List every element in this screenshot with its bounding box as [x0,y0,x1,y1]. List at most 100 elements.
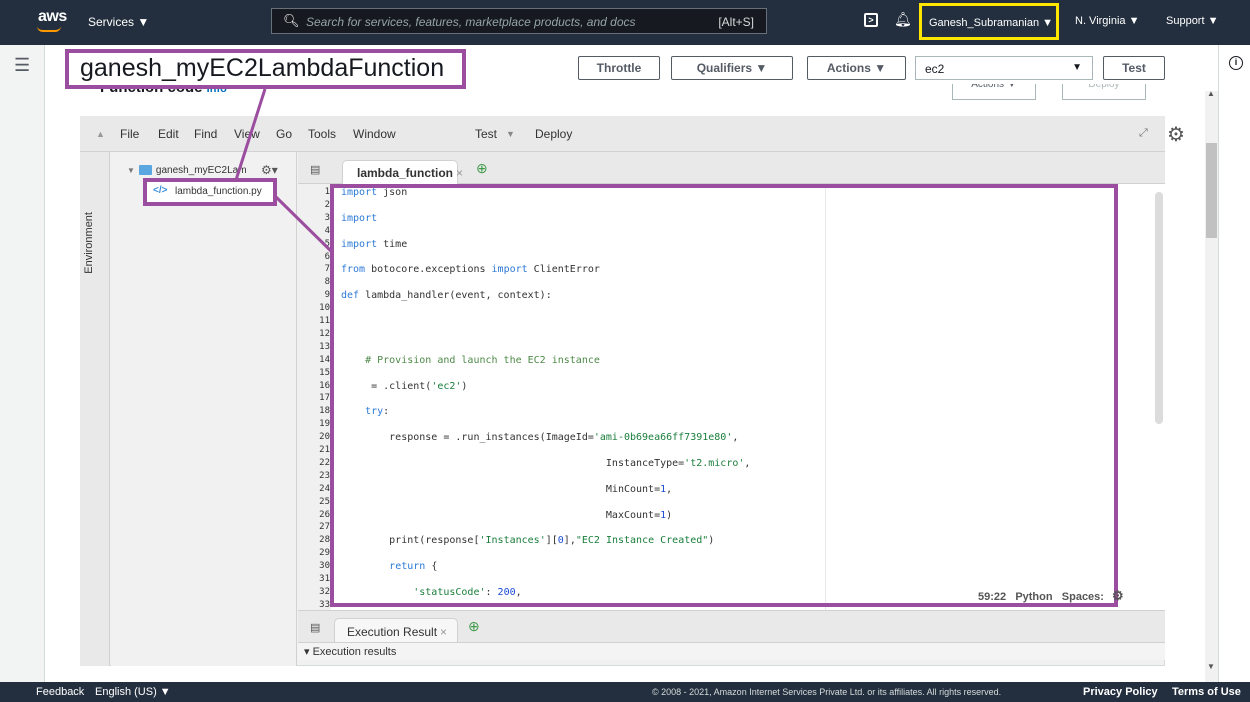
line-number: 13 [319,341,330,352]
menu-tools[interactable]: Tools [308,127,336,141]
line-number: 14 [319,354,330,365]
execution-results-label: ▾ Execution results [304,646,397,658]
terms-of-use-link[interactable]: Terms of Use [1172,686,1241,698]
ide-menu-bar: ▲ File Edit Find View Go Tools Window Te… [80,116,1185,152]
fullscreen-icon[interactable]: ⤢ [1139,127,1148,140]
menu-edit[interactable]: Edit [158,127,179,141]
right-tools-panel: i [1218,45,1250,682]
scroll-down-icon[interactable]: ▼ [1207,662,1215,671]
search-input[interactable]: 🔍︎ Search for services, features, market… [271,8,767,34]
menu-window[interactable]: Window [353,127,396,141]
function-code-deploy-button[interactable]: Deploy [1062,84,1146,100]
line-number: 9 [324,290,330,301]
line-number-gutter: 1 2 3 4 5 6 7 8 9 10 11 12 13 14 15 16 17 18 19 20 21 22 23 24 2… [298,184,331,610]
menu-deploy[interactable]: Deploy [535,127,572,141]
collapse-icon[interactable]: ▲ [96,129,105,139]
python-file-icon: </> [153,185,168,196]
line-number: 20 [319,432,330,443]
gear-icon[interactable]: ⚙ [1112,588,1124,603]
menu-icon[interactable]: ☰ [14,55,30,76]
files-icon[interactable]: ▤ [310,621,320,634]
line-number: 10 [319,303,330,314]
chevron-down-icon: ▼ [1072,62,1082,73]
line-number: 28 [319,535,330,546]
left-sidebar: ☰ [0,45,45,682]
line-number: 29 [319,548,330,559]
privacy-policy-link[interactable]: Privacy Policy [1083,686,1158,698]
qualifiers-button[interactable]: Qualifiers ▼ [671,56,793,80]
menu-find[interactable]: Find [194,127,217,141]
test-button[interactable]: Test [1103,56,1165,80]
environment-panel-tab[interactable]: Environment [80,152,110,666]
indent-setting[interactable]: Spaces: [1062,591,1107,603]
menu-go[interactable]: Go [276,127,292,141]
execution-results-panel[interactable]: ▾ Execution results [298,642,1165,660]
tab-execution-result[interactable]: Execution Result × [334,618,458,643]
environment-label: Environment [83,212,95,274]
line-number: 27 [319,522,330,533]
tree-folder[interactable]: ▼ ganesh_myEC2Lam [127,165,247,176]
support-menu[interactable]: Support ▼ [1166,15,1218,27]
language-mode[interactable]: Python [1015,591,1052,603]
throttle-button[interactable]: Throttle [578,56,660,80]
line-number: 12 [319,328,330,339]
new-tab-plus-icon[interactable]: ⊕ [476,160,488,177]
language-menu[interactable]: English (US) ▼ [95,686,171,698]
line-number: 23 [319,470,330,481]
line-number: 32 [319,586,330,597]
menu-file[interactable]: File [120,127,139,141]
region-menu[interactable]: N. Virginia ▼ [1075,15,1140,27]
page-footer: Feedback English (US) ▼ © 2008 - 2021, A… [0,682,1250,702]
lambda-console-page: aws Services ▼ 🔍︎ Search for services, f… [0,0,1250,702]
function-code-actions-button[interactable]: Actions ▼ [952,84,1036,100]
feedback-link[interactable]: Feedback [36,686,84,698]
search-shortcut: [Alt+S] [718,15,754,29]
editor-scrollbar[interactable] [1155,192,1163,424]
tab-label: lambda_function [357,166,454,180]
close-icon[interactable]: × [440,625,447,639]
line-number: 25 [319,496,330,507]
info-icon[interactable]: i [1229,56,1243,70]
bottom-tab-bar: ▤ Execution Result × ⊕ [298,610,1165,643]
aws-smile-icon [37,26,61,32]
bell-icon[interactable]: 🔔︎ [894,11,912,28]
line-number: 19 [319,419,330,430]
cloudshell-icon[interactable]: > [864,13,878,27]
search-icon: 🔍︎ [283,13,300,28]
top-navigation-bar: aws Services ▼ 🔍︎ Search for services, f… [0,0,1250,45]
user-menu-label: Ganesh_Subramanian ▼ [929,17,1054,29]
line-number: 30 [319,561,330,572]
folder-name: ganesh_myEC2Lam [155,165,247,176]
line-number: 6 [324,251,330,262]
tree-gear-icon[interactable]: ⚙▾ [261,163,278,177]
scrollbar-thumb[interactable] [1206,143,1217,238]
line-number: 15 [319,367,330,378]
line-number: 26 [319,509,330,520]
test-event-value: ec2 [925,62,945,76]
menu-test[interactable]: Test [475,127,497,141]
user-menu[interactable]: Ganesh_Subramanian ▼ [919,3,1059,40]
tab-label: Execution Result [347,625,438,639]
scroll-up-icon[interactable]: ▲ [1207,89,1215,98]
aws-logo[interactable]: aws [38,8,67,26]
gear-icon[interactable]: ⚙ [1167,122,1185,147]
chevron-down-icon[interactable]: ▼ [506,129,515,139]
line-number: 21 [319,445,330,455]
close-icon[interactable]: × [456,166,463,180]
tree-file-lambda-function[interactable]: </> lambda_function.py [143,178,277,206]
page-scrollbar[interactable]: ▲ ▼ [1205,89,1218,682]
line-number: 1 [324,187,330,197]
cursor-position: 59:22 [978,591,1007,603]
line-number: 3 [324,212,330,223]
menu-view[interactable]: View [234,127,260,141]
new-tab-plus-icon[interactable]: ⊕ [468,618,480,635]
line-number: 5 [324,238,330,249]
files-icon[interactable]: ▤ [310,163,320,176]
tab-lambda-function[interactable]: lambda_function × [342,160,463,184]
test-event-select[interactable]: ec2 ▼ [915,56,1093,80]
services-menu[interactable]: Services ▼ [88,15,149,29]
line-number: 7 [324,264,330,275]
file-tree: ▼ ganesh_myEC2Lam ⚙▾ [111,152,297,666]
actions-button[interactable]: Actions ▼ [807,56,906,80]
line-number: 22 [319,457,330,468]
